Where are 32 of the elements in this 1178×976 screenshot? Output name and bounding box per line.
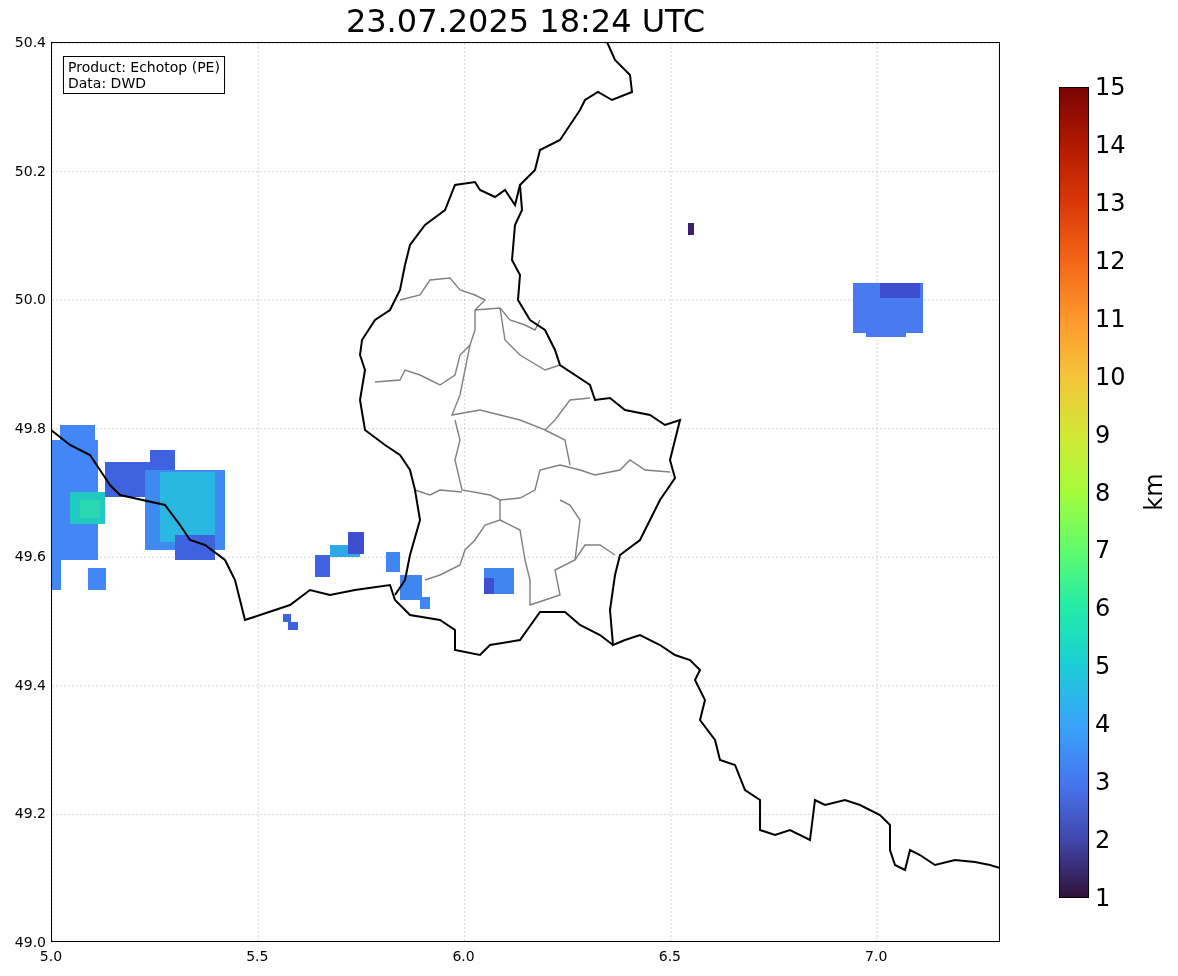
- latitude-tick-label: 50.0: [14, 291, 46, 308]
- colorbar-tick-label: 5: [1095, 652, 1111, 681]
- latitude-tick-label: 49.0: [14, 934, 46, 950]
- colorbar-tick-label: 7: [1095, 536, 1111, 565]
- latitude-tick-label: 49.8: [14, 419, 46, 436]
- latitude-tick-label: 49.6: [14, 548, 46, 565]
- colorbar-tick-label: 8: [1095, 478, 1111, 507]
- colorbar-tick-label: 11: [1095, 304, 1126, 333]
- longitude-tick-label: 6.0: [452, 948, 475, 964]
- colorbar-label: km: [1139, 473, 1168, 511]
- latitude-tick-label: 49.2: [14, 805, 46, 822]
- latitude-tick-label: 50.2: [14, 162, 46, 179]
- longitude-tick-label: 5.0: [39, 948, 63, 964]
- latitude-tick-label: 50.4: [14, 34, 46, 50]
- legend-text: Data: DWD: [68, 75, 147, 91]
- colorbar-tick-label: 14: [1095, 130, 1126, 159]
- latitude-tick-label: 49.4: [14, 676, 46, 693]
- longitude-tick-label: 5.5: [246, 948, 269, 964]
- colorbar-tick-label: 4: [1095, 710, 1111, 739]
- longitude-tick-label: 6.5: [658, 948, 681, 964]
- colorbar-tick-label: 10: [1095, 362, 1126, 391]
- chart-title: 23.07.2025 18:24 UTC: [345, 2, 706, 40]
- colorbar-tick-label: 15: [1095, 73, 1126, 101]
- colorbar-tick-label: 2: [1095, 826, 1111, 855]
- colorbar-tick-label: 1: [1095, 884, 1111, 912]
- colorbar-tick-label: 12: [1095, 246, 1126, 275]
- legend-text: Product: Echotop (PE): [68, 59, 220, 75]
- colorbar-tick-label: 9: [1095, 420, 1111, 449]
- colorbar-tick-label: 6: [1095, 594, 1111, 623]
- colorbar-tick-label: 3: [1095, 768, 1111, 797]
- longitude-tick-label: 7.0: [865, 948, 888, 964]
- colorbar-tick-label: 13: [1095, 188, 1126, 217]
